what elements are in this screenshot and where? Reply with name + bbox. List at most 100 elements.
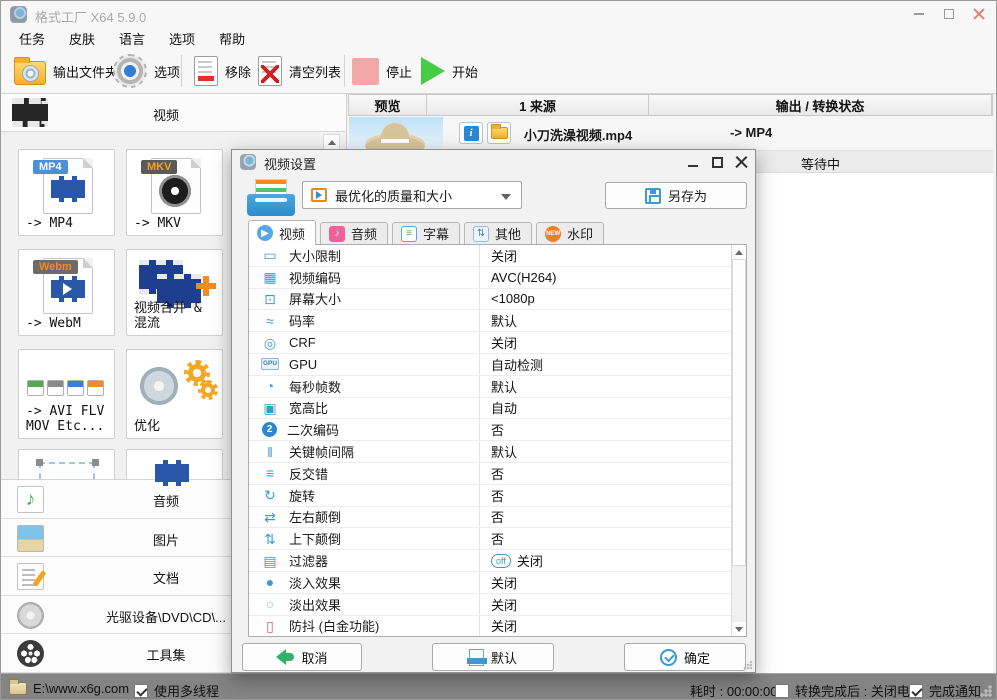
start-button[interactable]: 开始 [421,49,478,93]
default-button[interactable]: 默认 [432,643,554,671]
stop-button[interactable]: 停止 [352,49,412,93]
close-button[interactable] [964,1,994,27]
setting-value-cell[interactable]: 关闭 [480,246,746,265]
cancel-button[interactable]: 取消 [242,643,362,671]
checkbox-checked-icon[interactable] [909,683,923,698]
options-button[interactable]: 选项 [113,49,180,93]
setting-value-cell[interactable]: 否 [480,486,746,505]
setting-value-cell[interactable]: 否 [480,507,746,526]
video-section-header[interactable]: 视频 [1,94,346,132]
setting-label-cell: 2 二次编码 [249,419,480,441]
setting-value-cell[interactable]: 自动 [480,398,746,417]
setting-label: 淡出效果 [289,597,342,613]
column-header-1[interactable]: 1 来源 [427,95,649,115]
menu-item-2[interactable]: 语言 [119,29,145,48]
setting-row-size-limit[interactable]: ▭ 大小限制 关闭 [249,245,746,267]
maximize-button[interactable] [934,1,964,27]
setting-label-cell: ≡ 反交错 [249,462,480,484]
menu-item-4[interactable]: 帮助 [219,29,245,48]
remove-button[interactable]: 移除 [194,49,251,93]
setting-value-cell[interactable]: 关闭 [480,333,746,352]
setting-row-two-pass[interactable]: 2 二次编码 否 [249,419,746,442]
card-to-mkv[interactable]: MKV -> MKV [126,149,223,236]
video-settings-dialog: 视频设置 最优化的质量和大小 另存为 ▶ 视频 ♪ 音频 ≡ 字幕 ⇅ 其他 NEW 水印 ▭ 大小… [231,149,756,673]
setting-value-cell[interactable]: <1080p [480,291,746,306]
card-to-mp4[interactable]: MP4 -> MP4 [18,149,115,236]
setting-row-deinterlace[interactable]: ≡ 反交错 否 [249,462,746,485]
setting-value-cell[interactable]: 否 [480,464,746,483]
setting-row-rotate[interactable]: ↻ 旋转 否 [249,484,746,507]
setting-value-cell[interactable]: 关闭 [480,595,746,614]
menu-item-3[interactable]: 选项 [169,29,195,48]
dialog-title-bar[interactable]: 视频设置 [232,150,755,174]
atom-icon: ◎ [263,334,277,351]
scroll-up-icon[interactable] [324,135,339,150]
column-header-2[interactable]: 输出 / 转换状态 [649,95,992,115]
setting-value-cell[interactable]: 自动检测 [480,355,746,374]
dialog-app-icon [240,154,256,170]
setting-value-cell[interactable]: 默认 [480,442,746,461]
setting-row-gpu[interactable]: GPU GPU 自动检测 [249,353,746,376]
setting-row-stabilize[interactable]: ▯ 防抖 (白金功能) 关闭 [249,615,746,636]
scroll-down-icon[interactable] [732,622,746,636]
card-to-webm[interactable]: Webm -> WebM [18,249,115,336]
save-as-button[interactable]: 另存为 [605,182,747,209]
output-folder-button[interactable]: 输出文件夹 [14,49,118,93]
menu-item-1[interactable]: 皮肤 [69,29,95,48]
music-note-icon: ♪ [329,225,346,242]
setting-row-flip-horizontal[interactable]: ⇄ 左右颠倒 否 [249,506,746,529]
setting-row-fps[interactable]: ◔ 每秒帧数 默认 [249,375,746,398]
setting-value-cell[interactable]: 默认 [480,311,746,330]
tab-字幕[interactable]: ≡ 字幕 [392,222,461,244]
tab-label: 其他 [495,227,522,242]
scrollbar-thumb[interactable] [732,259,746,566]
setting-row-fade-out[interactable]: ○ 淡出效果 关闭 [249,593,746,616]
tab-音频[interactable]: ♪ 音频 [320,222,389,244]
setting-label-cell: ⇅ 上下颠倒 [249,528,480,550]
dialog-resize-grip[interactable] [743,660,753,670]
setting-value-cell[interactable]: 否 [480,420,746,439]
setting-value-cell[interactable]: 默认 [480,377,746,396]
card-to-avi-flv-mov[interactable]: -> AVI FLV MOV Etc... [18,349,115,439]
setting-row-flip-vertical[interactable]: ⇅ 上下颠倒 否 [249,528,746,551]
notify-checkbox[interactable]: 完成通知 [909,681,981,699]
setting-value-cell[interactable]: off 关闭 [480,551,746,570]
card-video-merge-mux[interactable]: 视频合并 & 混流 [126,249,223,336]
setting-value-cell[interactable]: 关闭 [480,573,746,592]
dialog-close-button[interactable] [731,152,751,172]
setting-value-cell[interactable]: AVC(H264) [480,270,746,285]
setting-value-cell[interactable]: 否 [480,529,746,548]
multithread-checkbox[interactable]: 使用多线程 [134,681,219,699]
setting-row-fade-in[interactable]: ● 淡入效果 关闭 [249,571,746,594]
card-optimize[interactable]: 优化 [126,349,223,439]
dialog-maximize-button[interactable] [707,152,727,172]
setting-row-keyframe-interval[interactable]: ‖ 关键帧间隔 默认 [249,441,746,463]
info-button[interactable]: i [459,122,483,144]
setting-row-video-encode[interactable]: ▦ 视频编码 AVC(H264) [249,266,746,289]
clear-list-button[interactable]: 清空列表 [258,49,341,93]
minimize-button[interactable] [904,1,934,27]
column-header-0[interactable]: 预览 [349,95,427,115]
setting-row-bitrate[interactable]: ≈ 码率 默认 [249,310,746,333]
tab-其他[interactable]: ⇅ 其他 [464,222,533,244]
setting-row-aspect-ratio[interactable]: ▣ 宽高比 自动 [249,397,746,420]
dialog-minimize-button[interactable] [683,152,703,172]
tab-视频[interactable]: ▶ 视频 [248,220,317,245]
preset-dropdown[interactable]: 最优化的质量和大小 [302,181,522,209]
info-icon: i [463,125,479,141]
settings-scrollbar[interactable] [731,245,746,636]
tab-水印[interactable]: NEW 水印 [536,222,605,244]
scroll-up-icon[interactable] [732,245,746,259]
table-row[interactable]: i 小刀洗澡视频.mp4 -> MP4 [348,116,993,151]
ok-button[interactable]: 确定 [624,643,746,671]
output-path-item[interactable]: E:\www.x6g.com [9,679,129,696]
setting-value-cell[interactable]: 关闭 [480,616,746,635]
setting-row-screen-size[interactable]: ⊡ 屏幕大小 <1080p [249,288,746,311]
window-resize-grip[interactable] [980,685,992,697]
menu-item-0[interactable]: 任务 [19,29,45,48]
setting-row-filter[interactable]: ▤ 过滤器 off 关闭 [249,550,746,572]
shutdown-checkbox[interactable]: 转换完成后 : 关闭电脑 [775,681,923,699]
checkbox-checked-icon[interactable] [134,683,148,698]
checkbox-unchecked-icon[interactable] [775,683,789,698]
setting-row-crf[interactable]: ◎ CRF 关闭 [249,332,746,354]
